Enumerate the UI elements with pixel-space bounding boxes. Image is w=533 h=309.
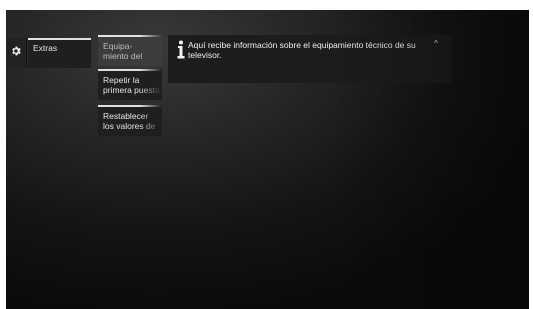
submenu-item-restablecer[interactable]: Restablecer los valores de — [98, 105, 162, 136]
submenu-item-label-line1: Equipa- — [103, 41, 133, 51]
submenu-item-label-line2: miento del — [103, 51, 143, 61]
text-fade-overlay — [140, 105, 162, 136]
submenu-item-equipamiento[interactable]: Equipa- miento del — [98, 35, 162, 66]
submenu-item-label-line1: Repetir la — [103, 75, 140, 85]
info-panel: Aquí recibe información sobre el equipam… — [168, 35, 452, 83]
menu-extras-label: Extras — [33, 43, 58, 53]
info-icon — [177, 40, 185, 60]
submenu-item-repetir[interactable]: Repetir la primera puesta — [98, 69, 162, 100]
scroll-up-indicator[interactable]: ^ — [434, 39, 438, 49]
text-fade-overlay — [140, 69, 162, 100]
menu-extras[interactable]: Extras — [28, 38, 91, 68]
info-text: Aquí recibe información sobre el equipam… — [188, 40, 416, 60]
text-fade-overlay — [140, 35, 162, 66]
tv-screen: Extras Equipa- miento del Repetir la pri… — [6, 10, 529, 309]
gear-icon — [10, 44, 22, 62]
settings-tile[interactable] — [6, 38, 27, 68]
tile-top-divider — [28, 38, 91, 40]
